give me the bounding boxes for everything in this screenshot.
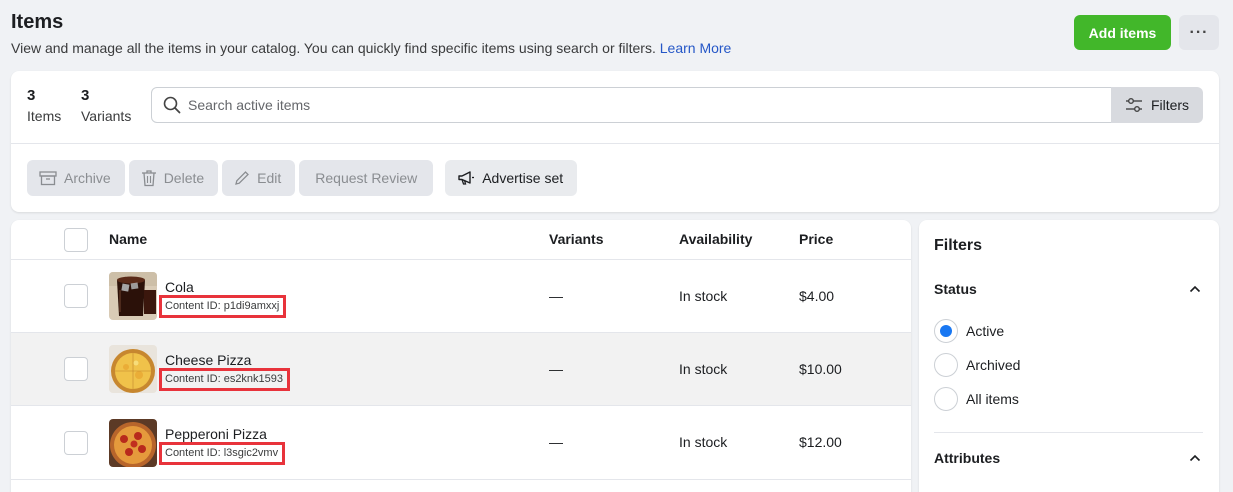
search-input[interactable] bbox=[188, 97, 1068, 113]
chevron-up-icon[interactable] bbox=[1189, 285, 1201, 293]
attributes-section-label[interactable]: Attributes bbox=[934, 450, 1000, 466]
cola-thumbnail bbox=[109, 272, 157, 320]
price-cell: $4.00 bbox=[799, 288, 835, 304]
archive-button[interactable]: Archive bbox=[27, 160, 125, 196]
search-icon bbox=[163, 96, 181, 114]
items-count: 3 Items bbox=[27, 87, 61, 125]
trash-icon bbox=[141, 170, 156, 187]
table-row[interactable]: Cheese Pizza Content ID: es2knk1593 — In… bbox=[11, 333, 911, 406]
bulk-actions: Archive Delete Edit Request Review Adver… bbox=[27, 160, 578, 196]
variants-count-value: 3 bbox=[81, 87, 90, 104]
advertise-set-label: Advertise set bbox=[482, 170, 564, 186]
status-option-active[interactable]: Active bbox=[934, 319, 1004, 343]
column-availability[interactable]: Availability bbox=[679, 231, 752, 247]
add-items-button[interactable]: Add items bbox=[1074, 15, 1171, 50]
more-options-button[interactable]: ··· bbox=[1179, 15, 1219, 50]
items-table: Name Variants Availability Price Cola Co… bbox=[11, 220, 911, 492]
row-checkbox[interactable] bbox=[64, 431, 88, 455]
learn-more-link[interactable]: Learn More bbox=[660, 40, 732, 56]
item-name[interactable]: Cola bbox=[165, 279, 194, 295]
radio-label: Archived bbox=[966, 357, 1021, 373]
table-row[interactable]: Pepperoni Pizza Content ID: l3sgic2vmv —… bbox=[11, 406, 911, 480]
variants-cell: — bbox=[549, 361, 563, 377]
table-header: Name Variants Availability Price bbox=[11, 220, 911, 260]
content-id-badge: Content ID: p1di9amxxj bbox=[159, 295, 287, 318]
radio-label: All items bbox=[966, 391, 1019, 407]
row-checkbox[interactable] bbox=[64, 357, 88, 381]
price-cell: $12.00 bbox=[799, 434, 842, 450]
filters-panel: Filters Status Active Archived All items… bbox=[919, 220, 1219, 492]
variants-cell: — bbox=[549, 434, 563, 450]
page-subtitle: View and manage all the items in your ca… bbox=[11, 39, 1221, 57]
variants-cell: — bbox=[549, 288, 563, 304]
delete-label: Delete bbox=[163, 170, 205, 186]
column-price[interactable]: Price bbox=[799, 231, 833, 247]
request-review-button[interactable]: Request Review bbox=[299, 160, 434, 196]
radio-label: Active bbox=[966, 323, 1005, 339]
archive-label: Archive bbox=[64, 170, 111, 186]
filters-button[interactable]: Filters bbox=[1111, 87, 1203, 123]
search-box bbox=[151, 87, 1112, 123]
table-row[interactable]: Cola Content ID: p1di9amxxj — In stock $… bbox=[11, 260, 911, 333]
radio-button[interactable] bbox=[934, 353, 958, 377]
sliders-icon bbox=[1125, 98, 1142, 112]
variants-count-label: Variants bbox=[81, 108, 132, 124]
price-cell: $10.00 bbox=[799, 361, 842, 377]
radio-button[interactable] bbox=[934, 387, 958, 411]
column-name[interactable]: Name bbox=[109, 231, 147, 247]
content-id-badge: Content ID: l3sgic2vmv bbox=[159, 442, 286, 465]
item-name[interactable]: Pepperoni Pizza bbox=[165, 426, 267, 442]
availability-cell: In stock bbox=[679, 361, 728, 377]
status-option-archived[interactable]: Archived bbox=[934, 353, 1020, 377]
select-all-checkbox[interactable] bbox=[64, 228, 88, 252]
advertise-set-button[interactable]: Advertise set bbox=[445, 160, 578, 196]
page-subtitle-text: View and manage all the items in your ca… bbox=[11, 40, 656, 56]
pepperoni-pizza-thumbnail bbox=[109, 419, 157, 467]
availability-cell: In stock bbox=[679, 434, 728, 450]
delete-button[interactable]: Delete bbox=[128, 160, 219, 196]
filters-button-label: Filters bbox=[1150, 97, 1190, 113]
archive-icon bbox=[39, 171, 57, 186]
item-name[interactable]: Cheese Pizza bbox=[165, 352, 251, 368]
pencil-icon bbox=[235, 171, 250, 185]
cheese-pizza-thumbnail bbox=[109, 345, 157, 393]
edit-label: Edit bbox=[257, 170, 282, 186]
items-count-label: Items bbox=[27, 108, 62, 124]
filters-panel-title: Filters bbox=[934, 237, 983, 254]
page-header: Items View and manage all the items in y… bbox=[11, 10, 1221, 58]
items-count-value: 3 bbox=[27, 87, 36, 104]
column-variants[interactable]: Variants bbox=[549, 231, 603, 247]
divider bbox=[11, 143, 1219, 144]
content-id-badge: Content ID: es2knk1593 bbox=[159, 368, 291, 391]
edit-button[interactable]: Edit bbox=[222, 160, 296, 196]
page-title: Items bbox=[11, 11, 64, 33]
chevron-up-icon[interactable] bbox=[1189, 454, 1201, 462]
radio-button[interactable] bbox=[934, 319, 958, 343]
variants-count: 3 Variants bbox=[81, 87, 131, 125]
status-option-all-items[interactable]: All items bbox=[934, 387, 1019, 411]
status-section-label[interactable]: Status bbox=[934, 281, 977, 297]
megaphone-icon bbox=[458, 171, 475, 185]
toolbar-card: 3 Items 3 Variants Filters Archive bbox=[11, 71, 1219, 212]
availability-cell: In stock bbox=[679, 288, 728, 304]
row-checkbox[interactable] bbox=[64, 284, 88, 308]
divider bbox=[934, 432, 1203, 433]
